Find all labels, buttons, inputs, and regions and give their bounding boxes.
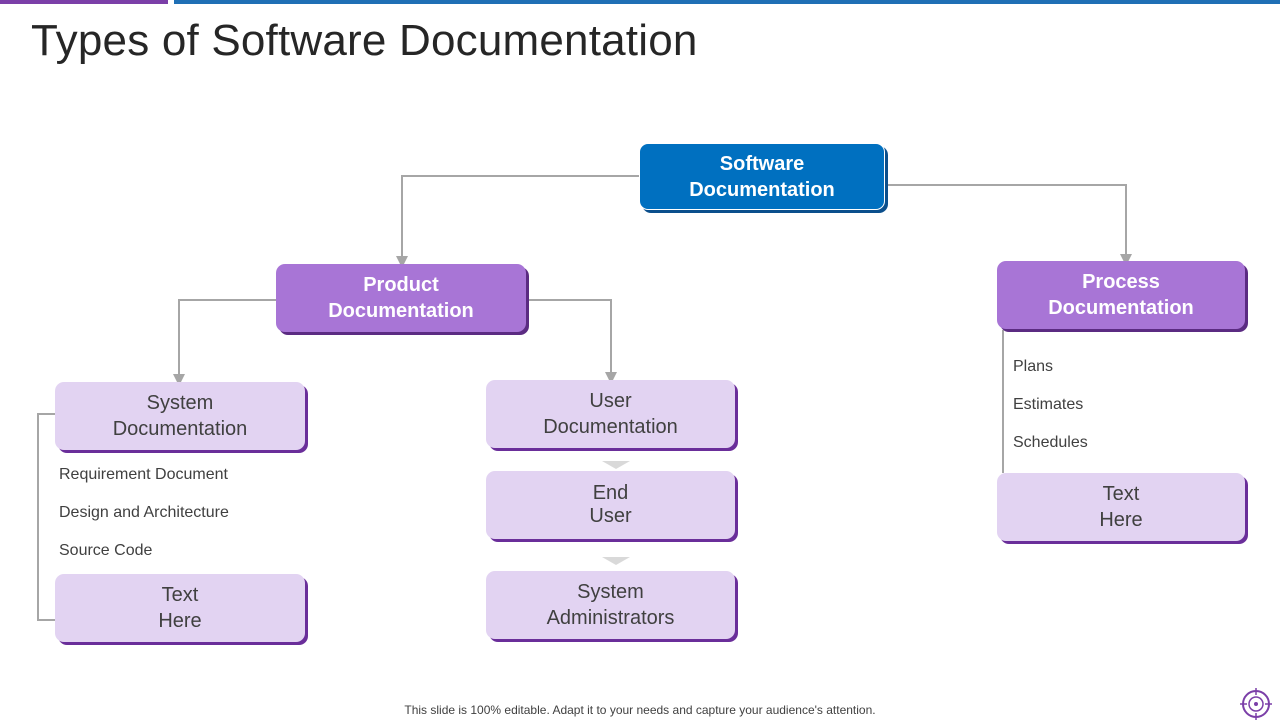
connector-product-system	[173, 299, 276, 386]
process-item-schedules: Schedules	[1013, 434, 1088, 451]
bracket-system-list	[37, 413, 55, 621]
system-item-source-code: Source Code	[59, 542, 153, 559]
system-item-design-architecture: Design and Architecture	[59, 504, 229, 521]
chevron-down-icon	[602, 461, 630, 469]
node-user-documentation: User Documentation	[486, 380, 735, 448]
node-process-documentation: Process Documentation	[997, 261, 1245, 329]
footer-note: This slide is 100% editable. Adapt it to…	[404, 703, 876, 717]
node-product-documentation: Product Documentation	[276, 264, 526, 332]
connector-root-product	[396, 175, 640, 268]
node-text-here-left: Text Here	[55, 574, 305, 642]
node-text-here-right: Text Here	[997, 473, 1245, 541]
target-crosshair-icon	[1240, 688, 1272, 720]
node-software-documentation: Software Documentation	[639, 143, 885, 210]
system-item-requirement-document: Requirement Document	[59, 466, 228, 483]
node-end-user: End User	[486, 471, 735, 539]
process-item-estimates: Estimates	[1013, 396, 1084, 413]
chevron-down-icon	[602, 557, 630, 565]
node-system-administrators: System Administrators	[486, 571, 735, 639]
process-item-plans: Plans	[1013, 358, 1054, 375]
connector-root-process	[886, 184, 1132, 266]
node-system-documentation: System Documentation	[55, 382, 305, 450]
connector-product-user	[528, 299, 617, 384]
